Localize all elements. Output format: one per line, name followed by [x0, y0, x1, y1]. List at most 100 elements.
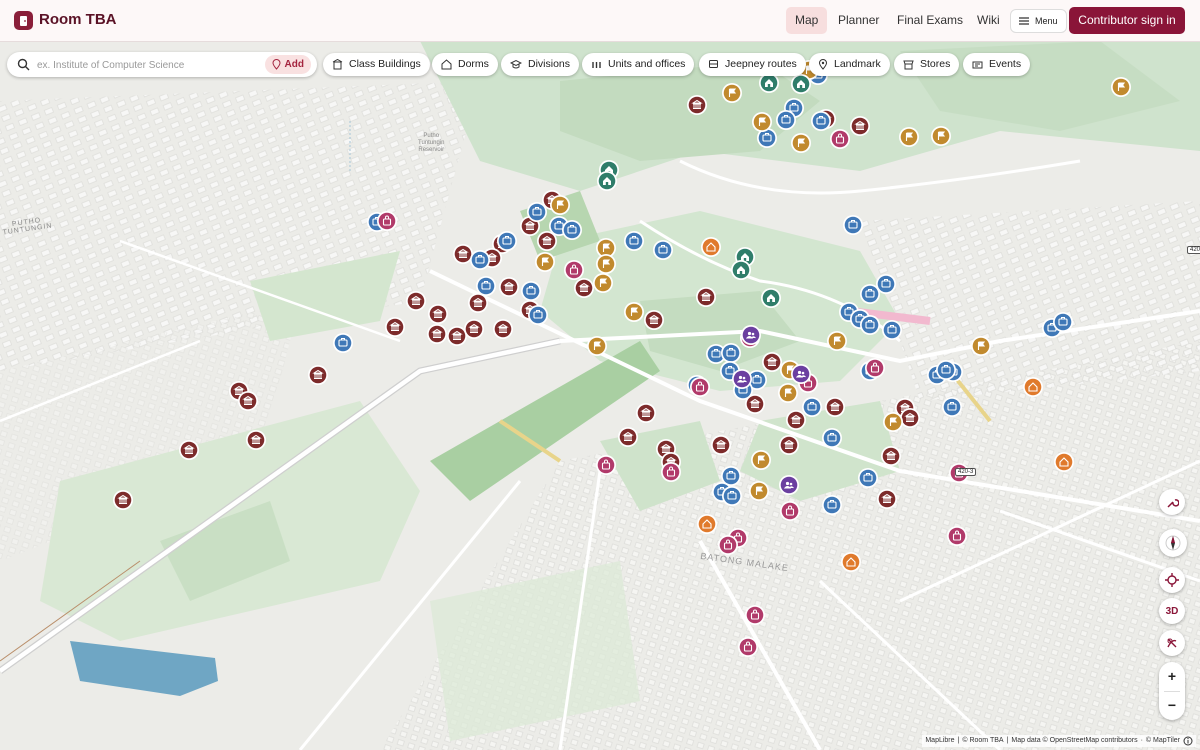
class-building-marker[interactable]: [687, 95, 707, 115]
app-title[interactable]: Room TBA: [39, 11, 117, 28]
landmark-marker[interactable]: [535, 252, 555, 272]
store-marker[interactable]: [745, 605, 765, 625]
store-marker[interactable]: [780, 501, 800, 521]
division-marker[interactable]: [791, 74, 811, 94]
class-building-marker[interactable]: [308, 365, 328, 385]
store-marker[interactable]: [564, 260, 584, 280]
event-marker[interactable]: [779, 475, 799, 495]
landmark-marker[interactable]: [1111, 77, 1131, 97]
store-marker[interactable]: [865, 358, 885, 378]
edit-tools-button[interactable]: [1159, 489, 1185, 515]
unit-marker[interactable]: [936, 360, 956, 380]
class-building-marker[interactable]: [453, 244, 473, 264]
app-logo[interactable]: [14, 11, 33, 30]
toggle-3d-button[interactable]: 3D: [1159, 598, 1185, 624]
unit-marker[interactable]: [882, 320, 902, 340]
class-building-marker[interactable]: [246, 430, 266, 450]
unit-marker[interactable]: [470, 250, 490, 270]
dorm-marker[interactable]: [841, 552, 861, 572]
landmark-marker[interactable]: [751, 450, 771, 470]
unit-marker[interactable]: [858, 468, 878, 488]
info-icon[interactable]: [1183, 736, 1193, 746]
unit-marker[interactable]: [653, 240, 673, 260]
class-building-marker[interactable]: [468, 293, 488, 313]
store-marker[interactable]: [718, 535, 738, 555]
class-building-marker[interactable]: [877, 489, 897, 509]
zoom-in-button[interactable]: +: [1159, 662, 1185, 691]
store-marker[interactable]: [596, 455, 616, 475]
store-marker[interactable]: [661, 462, 681, 482]
nav-planner[interactable]: Planner: [829, 7, 888, 34]
attribution-roomtba[interactable]: © Room TBA: [962, 735, 1003, 747]
nav-final-exams[interactable]: Final Exams: [888, 7, 972, 34]
landmark-marker[interactable]: [593, 273, 613, 293]
unit-marker[interactable]: [822, 495, 842, 515]
landmark-marker[interactable]: [624, 302, 644, 322]
unit-marker[interactable]: [721, 343, 741, 363]
unit-marker[interactable]: [843, 215, 863, 235]
search-input[interactable]: [35, 56, 259, 74]
unit-marker[interactable]: [521, 281, 541, 301]
unit-marker[interactable]: [562, 220, 582, 240]
class-building-marker[interactable]: [464, 319, 484, 339]
compass-button[interactable]: [1159, 529, 1187, 557]
landmark-marker[interactable]: [827, 331, 847, 351]
division-marker[interactable]: [759, 73, 779, 93]
filter-stores[interactable]: Stores: [894, 53, 960, 76]
unit-marker[interactable]: [476, 276, 496, 296]
store-marker[interactable]: [830, 129, 850, 149]
filter-dorms[interactable]: Dorms: [432, 53, 498, 76]
class-building-marker[interactable]: [428, 304, 448, 324]
class-building-marker[interactable]: [644, 310, 664, 330]
menu-button[interactable]: Menu: [1010, 9, 1067, 33]
class-building-marker[interactable]: [711, 435, 731, 455]
class-building-marker[interactable]: [850, 116, 870, 136]
landmark-marker[interactable]: [587, 336, 607, 356]
class-building-marker[interactable]: [696, 287, 716, 307]
locate-button[interactable]: [1159, 567, 1185, 593]
class-building-marker[interactable]: [427, 324, 447, 344]
event-marker[interactable]: [791, 364, 811, 384]
division-marker[interactable]: [761, 288, 781, 308]
filter-jeepney-routes[interactable]: Jeepney routes: [699, 53, 806, 76]
dorm-marker[interactable]: [701, 237, 721, 257]
class-building-marker[interactable]: [113, 490, 133, 510]
class-building-marker[interactable]: [179, 440, 199, 460]
attribution-osm[interactable]: Map data © OpenStreetMap contributors: [1011, 735, 1137, 747]
class-building-marker[interactable]: [636, 403, 656, 423]
contributor-signin-button[interactable]: Contributor sign in: [1069, 7, 1185, 34]
unit-marker[interactable]: [497, 231, 517, 251]
dorm-marker[interactable]: [1023, 377, 1043, 397]
class-building-marker[interactable]: [385, 317, 405, 337]
unit-marker[interactable]: [811, 111, 831, 131]
landmark-marker[interactable]: [971, 336, 991, 356]
landmark-marker[interactable]: [550, 195, 570, 215]
landmark-marker[interactable]: [791, 133, 811, 153]
layers-button[interactable]: [1159, 630, 1185, 656]
division-marker[interactable]: [731, 260, 751, 280]
store-marker[interactable]: [738, 637, 758, 657]
unit-marker[interactable]: [776, 110, 796, 130]
store-marker[interactable]: [377, 211, 397, 231]
class-building-marker[interactable]: [406, 291, 426, 311]
class-building-marker[interactable]: [493, 319, 513, 339]
class-building-marker[interactable]: [881, 446, 901, 466]
unit-marker[interactable]: [942, 397, 962, 417]
unit-marker[interactable]: [528, 305, 548, 325]
store-marker[interactable]: [690, 377, 710, 397]
unit-marker[interactable]: [624, 231, 644, 251]
class-building-marker[interactable]: [618, 427, 638, 447]
unit-marker[interactable]: [802, 397, 822, 417]
nav-wiki[interactable]: Wiki: [968, 7, 1009, 34]
unit-marker[interactable]: [722, 486, 742, 506]
class-building-marker[interactable]: [574, 278, 594, 298]
unit-marker[interactable]: [822, 428, 842, 448]
landmark-marker[interactable]: [931, 126, 951, 146]
unit-marker[interactable]: [527, 202, 547, 222]
attribution-maptiler[interactable]: © MapTiler: [1146, 735, 1180, 747]
landmark-marker[interactable]: [883, 412, 903, 432]
filter-divisions[interactable]: Divisions: [501, 53, 580, 76]
zoom-out-button[interactable]: −: [1159, 691, 1185, 720]
dorm-marker[interactable]: [697, 514, 717, 534]
filter-class-buildings[interactable]: Class Buildings: [323, 53, 430, 76]
